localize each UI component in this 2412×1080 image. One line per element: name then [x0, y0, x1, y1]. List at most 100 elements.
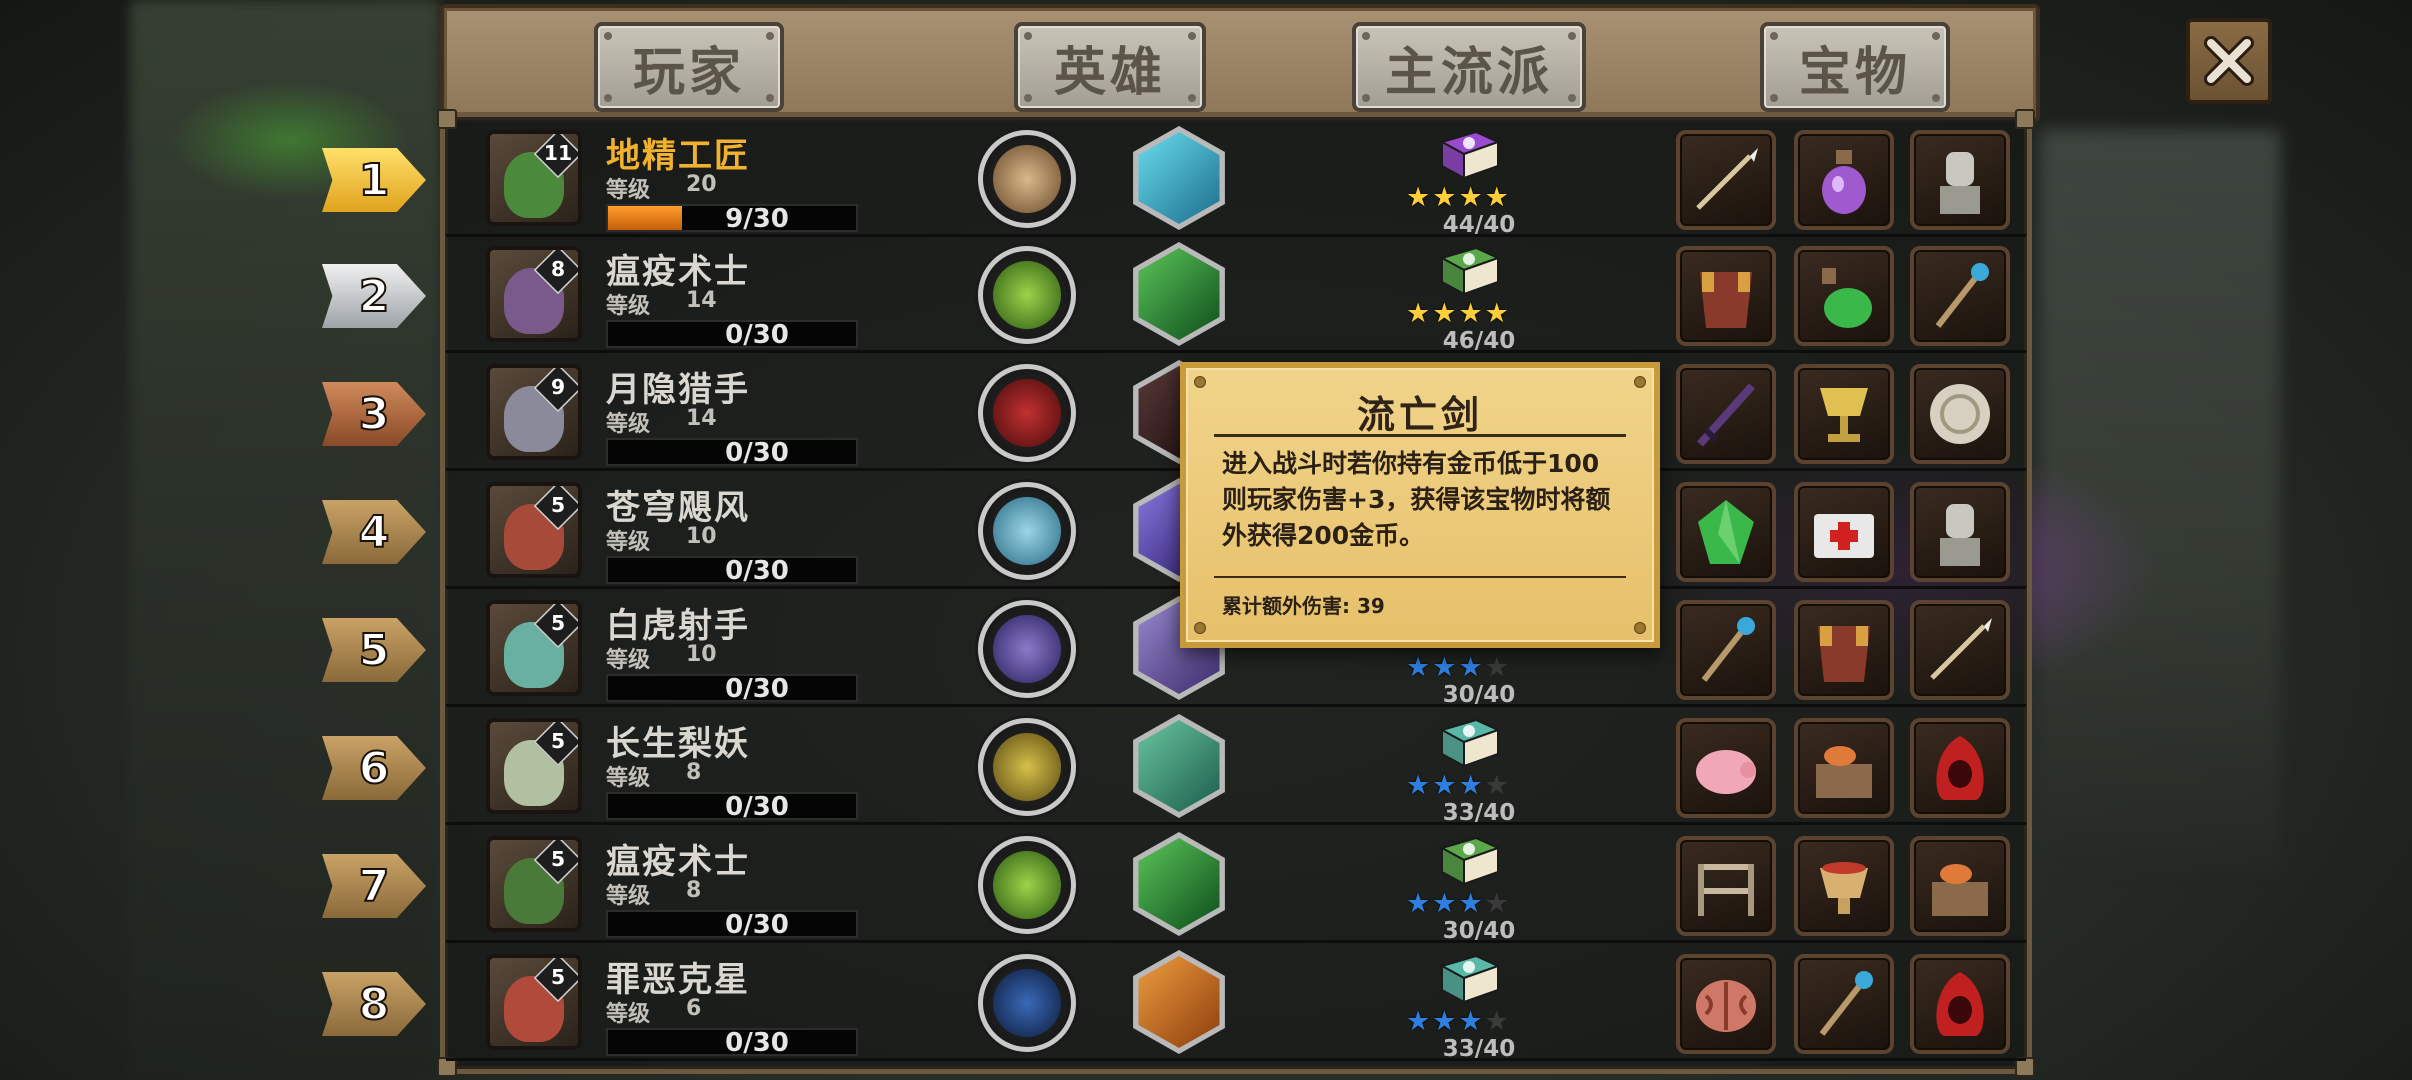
meat-crate-icon — [1816, 746, 1872, 798]
hero-skill-icon[interactable] — [978, 364, 1076, 462]
treasure-slot-spear[interactable] — [1910, 600, 2010, 700]
hero-name: 罪恶克星 — [606, 960, 750, 1000]
coin-disc-icon — [1930, 384, 1990, 444]
hero-skill-icon[interactable] — [978, 130, 1076, 228]
hero-portrait[interactable]: 11 — [486, 130, 582, 226]
hero-skill-icon[interactable] — [978, 600, 1076, 698]
dark-sword-icon — [1697, 383, 1755, 447]
xp-text: 0/30 — [725, 438, 789, 468]
tab-players[interactable]: 玩家 — [594, 22, 784, 112]
treasure-slot-dark-sword[interactable] — [1676, 364, 1776, 464]
star-icon: ★ — [1432, 652, 1457, 683]
level-value: 10 — [686, 524, 717, 549]
treasure-slot-statue[interactable] — [1910, 482, 2010, 582]
hero-skill-icon[interactable] — [978, 246, 1076, 344]
hero-skill-icon[interactable] — [978, 482, 1076, 580]
treasure-slot-medkit[interactable] — [1794, 482, 1894, 582]
tooltip-stat: 累计额外伤害: 39 — [1222, 594, 1385, 618]
treasure-slot-meat-crate[interactable] — [1794, 718, 1894, 818]
hero-tier-value: 5 — [550, 966, 566, 990]
treasure-slot-armor[interactable] — [1794, 600, 1894, 700]
tab-heroes[interactable]: 英雄 — [1014, 22, 1206, 112]
skill-book-icon[interactable] — [1436, 952, 1502, 1008]
xp-text: 0/30 — [725, 1028, 789, 1058]
star-icon: ★ — [1458, 298, 1483, 329]
skill-book-icon[interactable] — [1436, 834, 1502, 890]
tab-players-label: 玩家 — [632, 42, 745, 103]
star-icon: ★ — [1458, 652, 1483, 683]
treasure-slot-staff[interactable] — [1676, 600, 1776, 700]
hero-name: 白虎射手 — [606, 606, 750, 646]
tab-treasures[interactable]: 宝物 — [1760, 22, 1950, 112]
medkit-icon — [1814, 514, 1874, 558]
treasure-slot-green-gem[interactable] — [1676, 482, 1776, 582]
treasure-slot-green-potion[interactable] — [1794, 246, 1894, 346]
hero-skill-icon[interactable] — [978, 836, 1076, 934]
xp-bar: 0/30 — [606, 1028, 858, 1058]
hero-portrait[interactable]: 8 — [486, 246, 582, 342]
xp-bar: 0/30 — [606, 792, 858, 822]
treasure-slot-staff[interactable] — [1794, 954, 1894, 1054]
tooltip-description: 进入战斗时若你持有金币低于100则玩家伤害+3，获得该宝物时将额外获得200金币… — [1222, 449, 1611, 550]
hero-skill-icon[interactable] — [978, 954, 1076, 1052]
treasure-slot-staff[interactable] — [1910, 246, 2010, 346]
star-icon: ★ — [1432, 182, 1457, 213]
treasure-slot-red-hood[interactable] — [1910, 718, 2010, 818]
level-label: 等级 — [606, 178, 651, 203]
tab-main-faction[interactable]: 主流派 — [1352, 22, 1586, 112]
xp-text: 0/30 — [725, 320, 789, 350]
level-label: 等级 — [606, 412, 651, 437]
star-icon: ★ — [1406, 888, 1431, 919]
power-score: 44/40 — [1442, 212, 1516, 238]
skill-book-icon[interactable] — [1436, 128, 1502, 184]
star-icon: ★ — [1432, 888, 1457, 919]
star-icon: ★ — [1406, 652, 1431, 683]
star-icon: ★ — [1484, 182, 1509, 213]
hero-portrait[interactable]: 9 — [486, 364, 582, 460]
hero-portrait[interactable]: 5 — [486, 600, 582, 696]
hero-portrait[interactable]: 5 — [486, 482, 582, 578]
xp-text: 0/30 — [725, 792, 789, 822]
treasure-slot-potion[interactable] — [1794, 130, 1894, 230]
xp-text: 0/30 — [725, 556, 789, 586]
golden-cup-icon — [1820, 388, 1868, 442]
xp-bar: 9/30 — [606, 204, 858, 234]
statue-icon — [1940, 504, 1980, 566]
spear-icon — [1696, 148, 1758, 210]
close-button[interactable] — [2186, 18, 2272, 104]
xp-text: 0/30 — [725, 910, 789, 940]
xp-bar: 0/30 — [606, 910, 858, 940]
treasure-slot-brain[interactable] — [1676, 954, 1776, 1054]
level-value: 10 — [686, 642, 717, 667]
hero-tier-value: 9 — [550, 376, 566, 400]
skill-book-icon[interactable] — [1436, 716, 1502, 772]
tooltip-divider — [1214, 434, 1626, 437]
hero-portrait[interactable]: 5 — [486, 836, 582, 932]
level-value: 14 — [686, 406, 717, 431]
hero-portrait[interactable]: 5 — [486, 954, 582, 1050]
tooltip-divider — [1214, 576, 1626, 578]
star-rating: ★ ★ ★ ★ — [1406, 184, 1509, 212]
treasure-slot-red-hood[interactable] — [1910, 954, 2010, 1054]
treasure-slot-spear[interactable] — [1676, 130, 1776, 230]
skill-book-icon[interactable] — [1436, 244, 1502, 300]
power-score: 30/40 — [1442, 918, 1516, 944]
hero-portrait[interactable]: 5 — [486, 718, 582, 814]
treasure-slot-shelf[interactable] — [1676, 836, 1776, 936]
treasure-slot-piggy-bank[interactable] — [1676, 718, 1776, 818]
hero-skill-icon[interactable] — [978, 718, 1076, 816]
treasure-slot-meat-cup[interactable] — [1794, 836, 1894, 936]
tab-bar: 玩家 英雄 主流派 宝物 — [440, 4, 2040, 122]
treasure-slot-statue[interactable] — [1910, 130, 2010, 230]
brain-icon — [1696, 980, 1756, 1032]
treasure-slot-meat-crate[interactable] — [1910, 836, 2010, 936]
treasure-slot-coin-disc[interactable] — [1910, 364, 2010, 464]
hero-name: 长生梨妖 — [606, 724, 750, 764]
piggy-bank-icon — [1696, 750, 1756, 794]
treasure-slot-armor[interactable] — [1676, 246, 1776, 346]
treasure-slot-golden-cup[interactable] — [1794, 364, 1894, 464]
hero-tier-value: 5 — [550, 494, 566, 518]
hero-tier-value: 5 — [550, 848, 566, 872]
tab-treasures-label: 宝物 — [1798, 42, 1911, 103]
xp-bar: 0/30 — [606, 320, 858, 350]
